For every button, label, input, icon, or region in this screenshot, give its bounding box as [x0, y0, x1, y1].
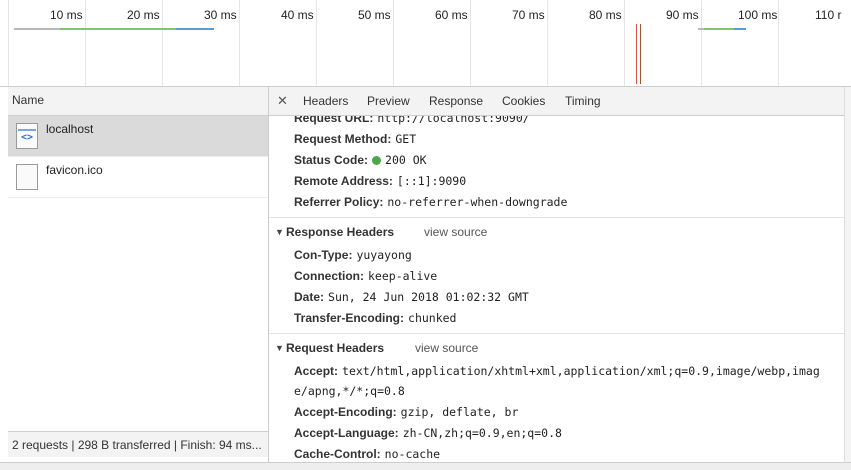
- timeline-gridline: [470, 0, 471, 86]
- timeline-tick-label: 40 ms: [281, 8, 314, 22]
- name-column-header[interactable]: Name: [8, 87, 268, 116]
- header-key: Transfer-Encoding:: [294, 311, 405, 325]
- header-row: Request Method: GET: [294, 132, 416, 146]
- header-value: GET: [395, 132, 417, 146]
- header-key: Con-Type:: [294, 248, 353, 262]
- header-row: Accept-Encoding: gzip, deflate, br: [294, 405, 518, 419]
- timeline-gridline: [8, 0, 9, 86]
- timeline-tick-label: 30 ms: [204, 8, 237, 22]
- header-row: Cache-Control: no-cache: [294, 447, 440, 461]
- header-value: Sun, 24 Jun 2018 01:02:32 GMT: [328, 290, 529, 304]
- triangle-down-icon: ▼: [275, 227, 284, 237]
- tab-cookies[interactable]: Cookies: [502, 94, 545, 108]
- tab-timing[interactable]: Timing: [565, 94, 601, 108]
- header-value: yuyayong: [356, 248, 412, 262]
- header-value: [::1]:9090: [396, 174, 467, 188]
- timeline-overview[interactable]: 10 ms 20 ms 30 ms 40 ms 50 ms 60 ms 70 m…: [0, 0, 851, 87]
- request-row-localhost[interactable]: <> localhost: [8, 116, 268, 157]
- timeline-gridline: [316, 0, 317, 86]
- timeline-gridline: [85, 0, 86, 86]
- dom-content-line: [640, 24, 641, 84]
- header-key: Accept-Language:: [294, 426, 399, 440]
- timeline-tick-label: 70 ms: [512, 8, 545, 22]
- timeline-bar-blue: [176, 28, 214, 30]
- header-value: text/html,application/xhtml+xml,applicat…: [342, 364, 820, 378]
- tab-headers[interactable]: Headers: [303, 94, 348, 108]
- html-document-icon: <>: [16, 123, 38, 149]
- load-event-line: [636, 24, 637, 84]
- request-headers-section[interactable]: ▼ Request Headers view source: [269, 333, 844, 362]
- request-name: favicon.ico: [46, 163, 103, 177]
- section-title: Response Headers: [286, 225, 395, 239]
- header-key: Request URL:: [294, 116, 374, 125]
- section-title: Request Headers: [286, 341, 385, 355]
- timeline-tick-label: 100 ms: [738, 8, 778, 22]
- tab-preview[interactable]: Preview: [367, 94, 410, 108]
- view-source-link[interactable]: view source: [415, 341, 478, 355]
- header-value: keep-alive: [368, 269, 438, 283]
- header-value: http://localhost:9090/: [377, 116, 530, 125]
- header-key: Connection:: [294, 269, 364, 283]
- header-row: Date: Sun, 24 Jun 2018 01:02:32 GMT: [294, 290, 529, 304]
- header-value: gzip, deflate, br: [400, 405, 519, 419]
- header-value: 200 OK: [385, 153, 427, 167]
- header-row: Accept-Language: zh-CN,zh;q=0.9,en;q=0.8: [294, 426, 562, 440]
- header-key: Referrer Policy:: [294, 195, 384, 209]
- header-key: Accept:: [294, 364, 339, 378]
- header-key: Cache-Control:: [294, 447, 381, 461]
- summary-status-bar: 2 requests | 298 B transferred | Finish:…: [8, 431, 268, 457]
- header-row: Connection: keep-alive: [294, 269, 437, 283]
- timeline-gridline: [393, 0, 394, 86]
- blank-file-icon: [16, 164, 38, 190]
- timeline-tick-label: 20 ms: [127, 8, 160, 22]
- header-row: Transfer-Encoding: chunked: [294, 311, 456, 325]
- timeline-tick-label: 60 ms: [435, 8, 468, 22]
- timeline-tick-label: 90 ms: [666, 8, 699, 22]
- request-details-panel: ✕ Headers Preview Response Cookies Timin…: [269, 87, 844, 469]
- header-key: Remote Address:: [294, 174, 393, 188]
- header-row-continuation: e/apng,*/*;q=0.8: [294, 384, 405, 398]
- tab-response[interactable]: Response: [429, 94, 483, 108]
- timeline-tick-label: 50 ms: [358, 8, 391, 22]
- timeline-gridline: [547, 0, 548, 86]
- timeline-bar-blue: [734, 28, 746, 30]
- timeline-gridline: [162, 0, 163, 86]
- timeline-bar-green: [60, 28, 176, 30]
- timeline-tick-label: 10 ms: [50, 8, 83, 22]
- vertical-scrollbar[interactable]: [844, 87, 851, 469]
- header-key: Request Method:: [294, 132, 392, 146]
- header-value: no-referrer-when-downgrade: [387, 195, 568, 209]
- request-name: localhost: [46, 122, 94, 136]
- header-row: Accept: text/html,application/xhtml+xml,a…: [294, 364, 820, 378]
- request-row-favicon[interactable]: favicon.ico: [8, 157, 268, 198]
- header-value: zh-CN,zh;q=0.9,en;q=0.8: [402, 426, 562, 440]
- timeline-bar-green: [704, 28, 734, 30]
- header-row: Remote Address: [::1]:9090: [294, 174, 466, 188]
- view-source-link[interactable]: view source: [424, 225, 487, 239]
- header-key: Accept-Encoding:: [294, 405, 397, 419]
- header-value: e/apng,*/*;q=0.8: [294, 384, 405, 398]
- header-row: Referrer Policy: no-referrer-when-downgra…: [294, 195, 567, 209]
- header-value: no-cache: [384, 447, 441, 461]
- header-row: Con-Type: yuyayong: [294, 248, 412, 262]
- triangle-down-icon: ▼: [275, 343, 284, 353]
- timeline-gridline: [701, 0, 702, 86]
- request-list-panel: Name <> localhost favicon.ico 2 requests…: [8, 87, 269, 469]
- headers-content: Request URL: http://localhost:9090/ Reque…: [269, 116, 844, 469]
- close-icon[interactable]: ✕: [277, 93, 288, 109]
- timeline-gridline: [624, 0, 625, 86]
- timeline-tick-label: 110 r: [815, 8, 842, 22]
- response-headers-section[interactable]: ▼ Response Headers view source: [269, 217, 844, 246]
- timeline-tick-label: 80 ms: [589, 8, 622, 22]
- timeline-bar-waiting: [14, 28, 60, 30]
- header-row: Status Code: 200 OK: [294, 153, 427, 167]
- detail-tabs: ✕ Headers Preview Response Cookies Timin…: [269, 87, 844, 116]
- timeline-gridline: [778, 0, 779, 86]
- timeline-gridline: [239, 0, 240, 86]
- status-ok-icon: [372, 156, 382, 165]
- header-row: Request URL: http://localhost:9090/: [294, 116, 530, 125]
- header-value: chunked: [408, 311, 457, 325]
- header-key: Status Code:: [294, 153, 369, 167]
- header-key: Date:: [294, 290, 325, 304]
